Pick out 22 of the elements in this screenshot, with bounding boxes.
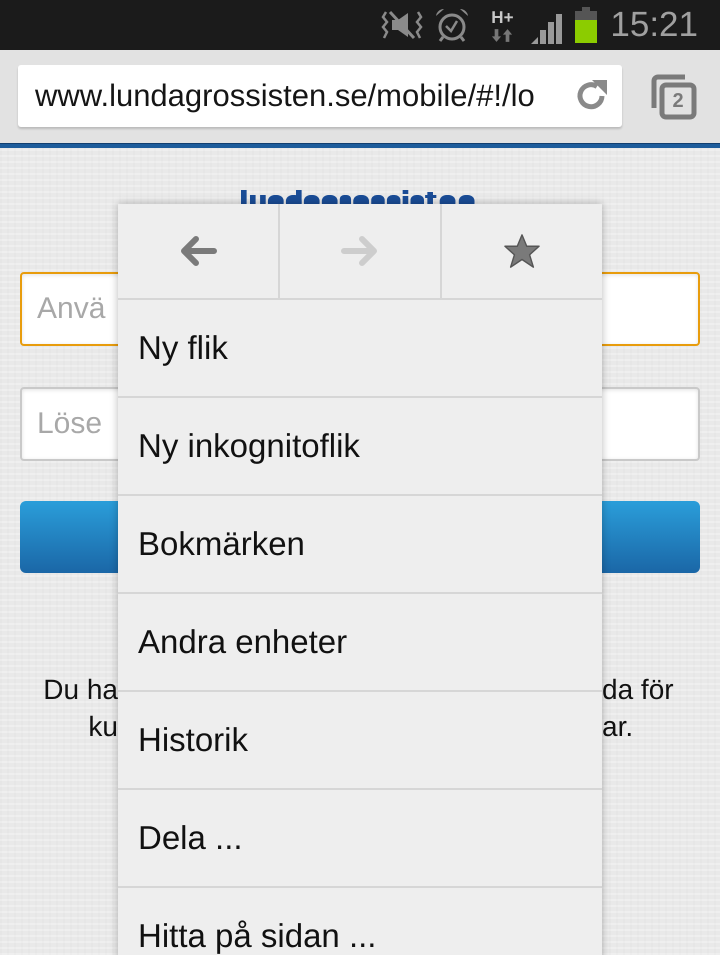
- notice-text: Du ha: [43, 673, 118, 707]
- menu-item[interactable]: Dela ...: [118, 790, 602, 888]
- menu-item[interactable]: Andra enheter: [118, 594, 602, 692]
- data-arrows-icon: [491, 28, 514, 42]
- battery-icon: [574, 7, 598, 43]
- url-field[interactable]: www.lundagrossisten.se/mobile/#!/lo: [18, 64, 622, 126]
- menu-item[interactable]: Hitta på sidan ...: [118, 888, 602, 955]
- notice-text: ku: [88, 710, 118, 744]
- left-arrow-icon: [179, 235, 217, 267]
- network-type-label: H+: [491, 8, 514, 26]
- menu-item[interactable]: Historik: [118, 692, 602, 790]
- muted-speaker-icon: [381, 9, 424, 41]
- menu-item[interactable]: Bokmärken: [118, 496, 602, 594]
- menu-item[interactable]: Ny flik: [118, 300, 602, 398]
- alarm-clock-icon: [434, 7, 470, 43]
- notice-text: da för: [602, 673, 674, 707]
- right-arrow-icon: [341, 235, 379, 267]
- notice-text: ar.: [602, 710, 634, 744]
- menu-item[interactable]: Ny inkognitoflik: [118, 398, 602, 496]
- status-time: 15:21: [610, 5, 698, 45]
- stacked-squares-icon: [651, 74, 697, 120]
- star-icon: [503, 233, 541, 269]
